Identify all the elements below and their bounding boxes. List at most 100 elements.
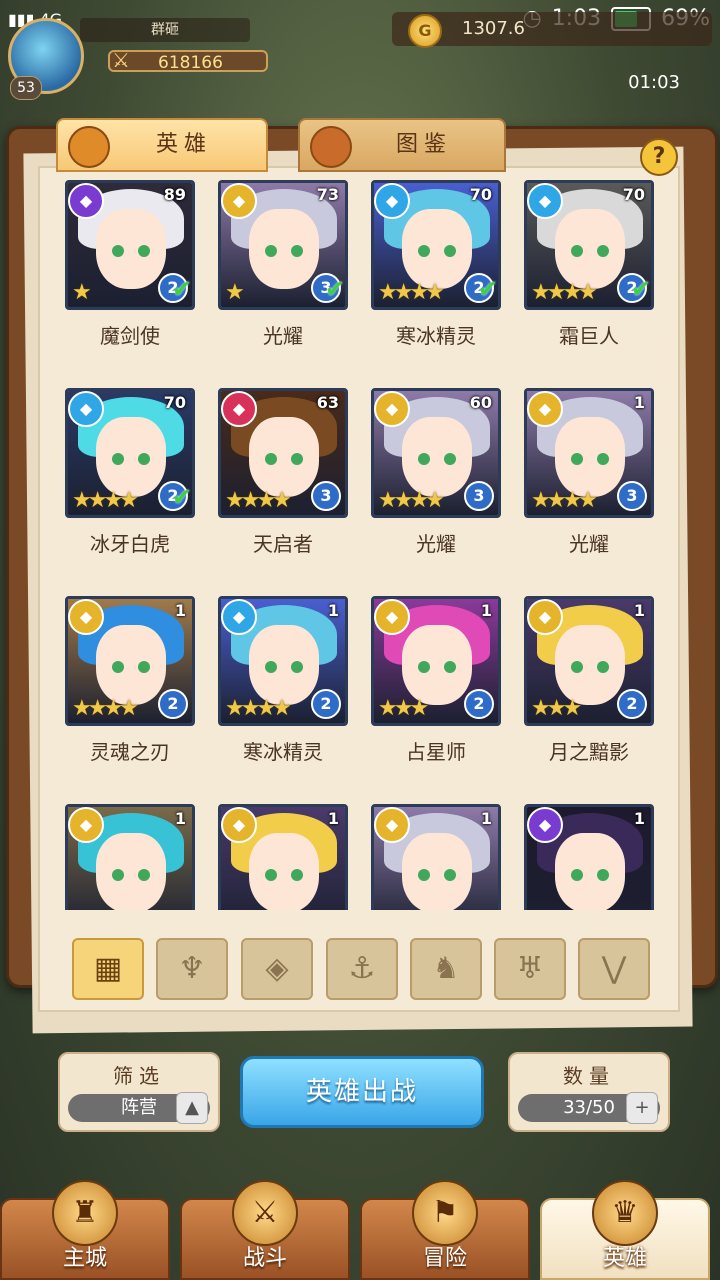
hero-eye — [444, 245, 456, 257]
hero-level: 1 — [327, 601, 339, 620]
magnifier-icon — [310, 126, 352, 168]
hero-eye — [291, 661, 303, 673]
filter-flame-button[interactable]: ♆ — [156, 938, 228, 1000]
player-level-badge: 53 — [10, 76, 42, 100]
hero-name: 天启者 — [253, 532, 313, 556]
hero-level: 1 — [174, 809, 186, 828]
hero-card[interactable]: ◆ 1 — [524, 804, 654, 910]
hero-card[interactable]: ◆ 1 ★★★★ 2 — [65, 596, 195, 726]
filter-value: 阵营 — [121, 1097, 157, 1118]
swords-icon: ⚔ — [112, 48, 130, 72]
hero-card[interactable]: ◆ 63 ★★★★ 3 — [218, 388, 348, 518]
hero-grade-badge: 3 — [311, 481, 341, 511]
filter-demon-button[interactable]: ♅ — [494, 938, 566, 1000]
nav-tab[interactable]: ♛ 英雄 — [540, 1180, 710, 1280]
hero-eye — [418, 661, 430, 673]
hero-eye — [138, 245, 150, 257]
tab-codex-label: 图鉴 — [395, 132, 452, 157]
hero-card[interactable]: ◆ 70 ★★★★ 2 ✔ — [371, 180, 501, 310]
hero-eye — [112, 869, 124, 881]
star-rating: ★ — [72, 280, 92, 305]
hero-eye — [291, 245, 303, 257]
hero-eye — [444, 661, 456, 673]
hero-card[interactable]: ◆ 1 ★★★★ 3 — [524, 388, 654, 518]
hero-card[interactable]: ◆ 1 — [218, 804, 348, 910]
nav-tab[interactable]: ⚔ 战斗 — [180, 1180, 350, 1280]
plus-icon[interactable]: + — [626, 1092, 658, 1124]
hero-eye — [138, 661, 150, 673]
hero-card[interactable]: ◆ 1 ★★★ 2 — [524, 596, 654, 726]
hero-card[interactable]: ◆ 1 ★★★ 2 — [371, 596, 501, 726]
nav-label: 主城 — [62, 1246, 107, 1271]
nav-icon: ⚑ — [412, 1180, 478, 1246]
filter-title: 筛选 — [113, 1064, 165, 1088]
hero-name: 魔剑使 — [100, 324, 160, 348]
hero-card[interactable]: ◆ 70 ★★★★ 2 ✔ — [65, 388, 195, 518]
hero-eye — [265, 245, 277, 257]
tab-heroes-label: 英雄 — [155, 132, 212, 157]
hero-eye — [112, 245, 124, 257]
hero-card[interactable]: ◆ 70 ★★★★ 2 ✔ — [524, 180, 654, 310]
hero-level: 1 — [174, 601, 186, 620]
tab-codex[interactable]: 图鉴 — [298, 118, 506, 172]
filter-grid-button[interactable]: ▦ — [72, 938, 144, 1000]
checkmark-icon: ✔ — [324, 275, 345, 303]
hero-name: 光耀 — [569, 532, 609, 556]
faction-icon: ◆ — [68, 183, 104, 219]
chevron-up-icon[interactable]: ▲ — [176, 1092, 208, 1124]
hero-card[interactable]: ◆ 1 — [65, 804, 195, 910]
hero-name: 灵魂之刃 — [90, 740, 170, 764]
nav-icon: ♜ — [52, 1180, 118, 1246]
filter-panel: 筛选 阵营 ▲ — [58, 1052, 220, 1132]
nav-icon: ⚔ — [232, 1180, 298, 1246]
hero-grade-badge: 3 — [617, 481, 647, 511]
hero-eye — [418, 453, 430, 465]
filter-chevron-button[interactable]: ⋁ — [578, 938, 650, 1000]
nav-tab[interactable]: ⚑ 冒险 — [360, 1180, 530, 1280]
checkmark-icon: ✔ — [171, 483, 192, 511]
hero-level: 1 — [480, 809, 492, 828]
count-title: 数量 — [563, 1064, 615, 1088]
hero-eye — [291, 869, 303, 881]
hero-eye — [265, 869, 277, 881]
hero-level: 60 — [469, 393, 492, 412]
gold-coin-icon: G — [408, 14, 442, 48]
hero-face — [402, 209, 472, 289]
hero-name: 霜巨人 — [559, 324, 619, 348]
hero-card[interactable]: ◆ 60 ★★★★ 3 — [371, 388, 501, 518]
star-rating: ★★★★ — [531, 280, 598, 305]
anchor-icon: ⚓ — [348, 951, 376, 986]
hero-eye — [597, 661, 609, 673]
demon-icon: ♅ — [516, 951, 544, 986]
nav-tab[interactable]: ♜ 主城 — [0, 1180, 170, 1280]
hero-face — [555, 833, 625, 910]
star-rating: ★★★★ — [72, 696, 139, 721]
hero-card[interactable]: ◆ 73 ★ 3 ✔ — [218, 180, 348, 310]
hero-eye — [138, 453, 150, 465]
hero-card[interactable]: ◆ 1 — [371, 804, 501, 910]
hero-face — [249, 833, 319, 910]
star-rating: ★★★★ — [531, 488, 598, 513]
faction-icon: ◆ — [221, 183, 257, 219]
hero-face — [249, 625, 319, 705]
filter-beast-button[interactable]: ♞ — [410, 938, 482, 1000]
hero-level: 1 — [633, 601, 645, 620]
deploy-heroes-button[interactable]: 英雄出战 — [240, 1056, 484, 1128]
filter-anchor-button[interactable]: ⚓ — [326, 938, 398, 1000]
hero-eye — [571, 245, 583, 257]
filter-diamond-button[interactable]: ◈ — [241, 938, 313, 1000]
hero-card[interactable]: ◆ 1 ★★★★ 2 — [218, 596, 348, 726]
hero-eye — [597, 245, 609, 257]
hero-face — [249, 417, 319, 497]
hero-grade-badge: 2 — [158, 689, 188, 719]
nav-label: 英雄 — [602, 1246, 647, 1271]
hero-name: 光耀 — [263, 324, 303, 348]
nav-label: 冒险 — [422, 1246, 467, 1271]
hero-face — [249, 209, 319, 289]
hero-grade-badge: 2 — [617, 689, 647, 719]
hero-card[interactable]: ◆ 89 ★ 2 ✔ — [65, 180, 195, 310]
star-rating: ★★★★ — [378, 488, 445, 513]
tab-heroes[interactable]: 英雄 — [56, 118, 268, 172]
hero-face — [555, 417, 625, 497]
help-button[interactable]: ? — [640, 138, 678, 176]
